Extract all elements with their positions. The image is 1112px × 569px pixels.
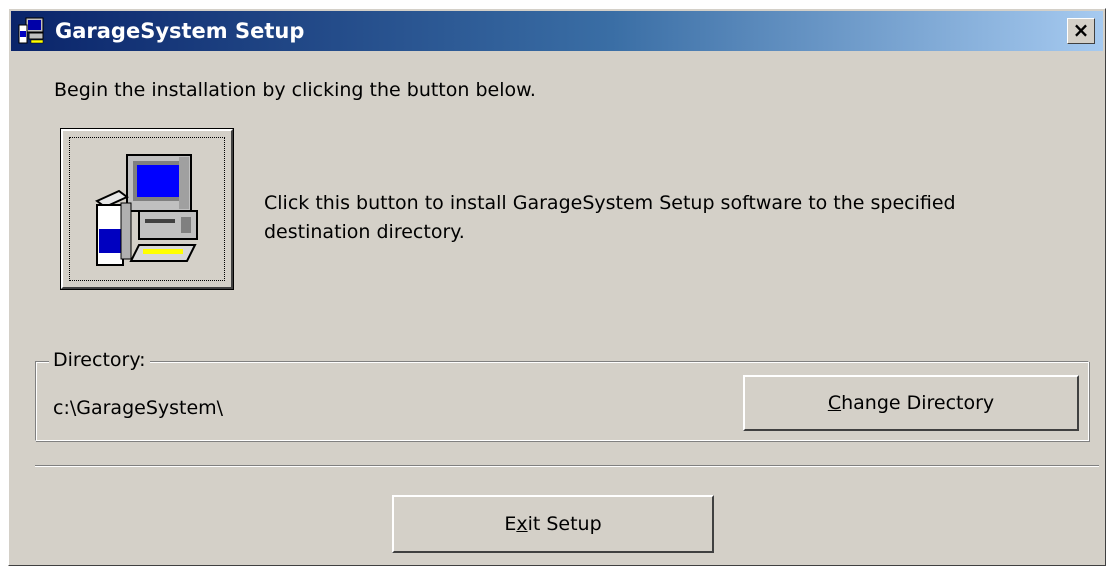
setup-window: GarageSystem Setup × Begin the installat… <box>8 8 1106 566</box>
exit-setup-button[interactable]: Exit Setup <box>392 495 714 553</box>
change-directory-label-suffix: hange Directory <box>841 392 995 414</box>
close-icon: × <box>1072 18 1090 42</box>
intro-text: Begin the installation by clicking the b… <box>54 79 536 101</box>
setup-computer-icon <box>17 17 47 45</box>
exit-label-prefix: E <box>504 513 517 535</box>
directory-label: Directory: <box>49 349 150 371</box>
directory-path: c:\GarageSystem\ <box>53 397 224 419</box>
change-directory-button[interactable]: Change Directory <box>743 375 1079 431</box>
change-directory-accelerator: C <box>827 392 842 414</box>
install-button[interactable] <box>60 128 234 290</box>
window-title: GarageSystem Setup <box>55 19 305 43</box>
title-bar[interactable]: GarageSystem Setup × <box>11 11 1103 51</box>
separator-line <box>35 465 1099 467</box>
install-description: Click this button to install GarageSyste… <box>264 192 956 243</box>
exit-accelerator: x <box>516 513 528 535</box>
close-button[interactable]: × <box>1067 18 1095 44</box>
setup-computer-icon <box>95 154 198 266</box>
exit-label-suffix: it Setup <box>527 513 602 535</box>
